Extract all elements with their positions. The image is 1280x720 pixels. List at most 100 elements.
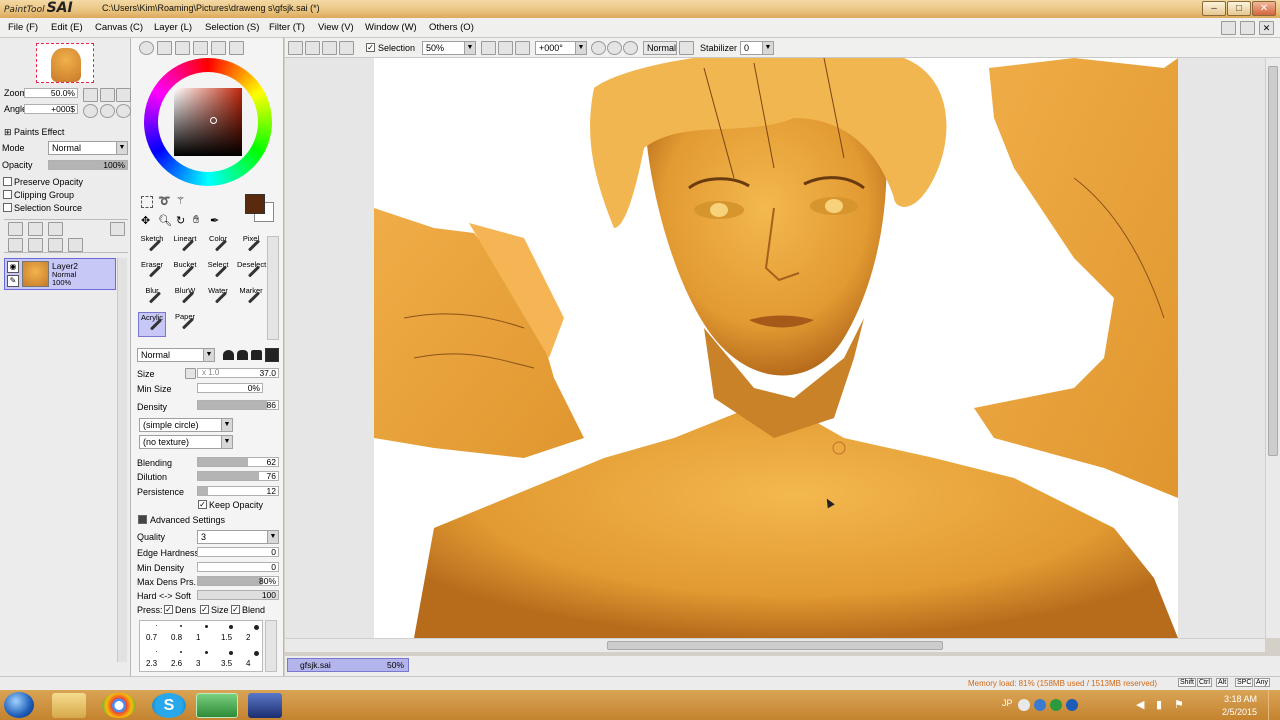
delete-layer-icon[interactable] (68, 238, 83, 252)
select-all-icon[interactable] (288, 41, 303, 55)
child-restore-button[interactable] (1240, 21, 1255, 35)
zoom-in-button[interactable] (498, 41, 513, 55)
brush-size-preset[interactable]: 2.3 (146, 659, 157, 668)
brush-blend-mode-select[interactable]: Normal ▼ (137, 348, 215, 362)
brush-tool-select[interactable]: Select (204, 260, 232, 285)
selection-source-checkbox[interactable] (3, 203, 12, 212)
child-minimize-button[interactable] (1221, 21, 1236, 35)
eyedropper-icon[interactable]: ✒ (210, 214, 219, 227)
new-layer-icon[interactable] (8, 222, 23, 236)
layer-opacity-slider[interactable]: 100% (48, 160, 128, 170)
selection-checkbox[interactable]: ✓ (366, 43, 375, 52)
child-close-button[interactable]: ✕ (1259, 21, 1274, 35)
eye-icon[interactable]: ◉ (7, 261, 19, 273)
horizontal-scroll-thumb[interactable] (607, 641, 943, 650)
shape-soft-icon[interactable] (223, 350, 234, 360)
angle-slider[interactable]: +000$ (24, 104, 78, 114)
pen-icon[interactable]: ✎ (7, 275, 19, 287)
brush-size-preset[interactable]: 3.5 (221, 659, 232, 668)
artwork-canvas[interactable] (374, 58, 1178, 638)
saturation-value-square[interactable] (174, 88, 242, 156)
zoom-slider[interactable]: 50.0% (24, 88, 78, 98)
layer-mode-select[interactable]: Normal ▼ (48, 141, 128, 155)
stabilizer-select[interactable]: 0 ▼ (740, 41, 774, 55)
crop-icon[interactable] (339, 41, 354, 55)
brush-size-preset[interactable]: 2 (246, 633, 250, 642)
shape-medium-icon[interactable] (237, 350, 248, 360)
swatches-mode-icon[interactable] (193, 41, 208, 55)
edge-hardness-slider[interactable]: 0 (197, 547, 279, 557)
clock-date[interactable]: 2/5/2015 (1222, 707, 1257, 717)
maximize-button[interactable]: □ (1227, 1, 1251, 16)
advanced-settings-toggle[interactable] (138, 515, 147, 524)
presets-scrollbar[interactable] (265, 620, 277, 672)
rotate-reset-icon[interactable] (116, 104, 131, 118)
min-size-slider[interactable]: 0% (197, 383, 263, 393)
brush-tool-marker[interactable]: Marker (237, 286, 265, 311)
menu-others[interactable]: Others (O) (429, 22, 474, 33)
zoom-fit-button[interactable] (515, 41, 530, 55)
max-dens-slider[interactable]: 80% (197, 576, 279, 586)
density-slider[interactable]: 86 (197, 400, 279, 410)
zoom-reset-icon[interactable] (116, 88, 131, 102)
brush-tool-color[interactable]: Color (204, 234, 232, 259)
foreground-color-swatch[interactable] (245, 194, 265, 214)
clear-layer-icon[interactable] (48, 238, 63, 252)
blending-slider[interactable]: 62 (197, 457, 279, 467)
invert-selection-icon[interactable] (322, 41, 337, 55)
rgb-slider-mode-icon[interactable] (157, 41, 172, 55)
tray-icon[interactable] (1018, 699, 1030, 711)
menu-filter[interactable]: Filter (T) (269, 22, 305, 33)
brush-tool-deselect[interactable]: Deselect (237, 260, 266, 285)
zoom-in-icon[interactable] (100, 88, 115, 102)
navigator-thumbnail[interactable] (36, 43, 94, 83)
brush-size-preset[interactable]: 3 (196, 659, 200, 668)
new-vector-layer-icon[interactable] (28, 222, 43, 236)
rotate-right-icon[interactable] (100, 104, 115, 118)
help-icon[interactable] (1066, 699, 1078, 711)
zoom-out-icon[interactable] (83, 88, 98, 102)
size-slider[interactable]: x 1.0 37.0 (197, 368, 279, 378)
transfer-down-icon[interactable] (8, 238, 23, 252)
brush-size-preset[interactable]: 2.6 (171, 659, 182, 668)
network-icon[interactable]: ▮ (1156, 698, 1162, 711)
hand-icon[interactable]: ✋︎ (193, 214, 199, 227)
persistence-slider[interactable]: 12 (197, 486, 279, 496)
zoom-icon[interactable]: 🔍︎ (158, 214, 172, 227)
tray-icon[interactable] (1034, 699, 1046, 711)
press-blend-checkbox[interactable]: ✓ (231, 605, 240, 614)
vertical-scroll-thumb[interactable] (1268, 66, 1278, 456)
brush-size-preset[interactable]: 1.5 (221, 633, 232, 642)
layer-row[interactable]: ◉ ✎ Layer2 Normal 100% (4, 258, 116, 290)
angle-select[interactable]: +000° ▼ (535, 41, 587, 55)
keep-opacity-checkbox[interactable]: ✓ (198, 500, 207, 509)
hsv-slider-mode-icon[interactable] (175, 41, 190, 55)
color-wheel-mode-icon[interactable] (139, 41, 154, 55)
brush-tool-lineart[interactable]: Lineart (171, 234, 199, 259)
flip-view-button[interactable] (679, 41, 694, 55)
canvas-horizontal-scrollbar[interactable] (285, 638, 1265, 652)
clipping-group-checkbox[interactable] (3, 190, 12, 199)
menu-layer[interactable]: Layer (L) (154, 22, 192, 33)
brush-size-preset[interactable]: 0.8 (171, 633, 182, 642)
clock-time[interactable]: 3:18 AM (1224, 694, 1257, 704)
start-button[interactable] (4, 692, 34, 718)
menu-canvas[interactable]: Canvas (C) (95, 22, 143, 33)
size-multiplier-icon[interactable] (185, 368, 196, 379)
rotate-left-icon[interactable] (83, 104, 98, 118)
show-desktop-button[interactable] (1268, 690, 1280, 720)
shape-flat-icon[interactable] (265, 348, 279, 362)
brush-tool-eraser[interactable]: Eraser (138, 260, 166, 285)
input-language[interactable]: JP (1002, 698, 1013, 708)
user-swatches-icon[interactable] (211, 41, 226, 55)
painttool-sai-taskbar-icon[interactable] (196, 693, 238, 718)
marquee-icon[interactable] (141, 196, 153, 208)
menu-edit[interactable]: Edit (E) (51, 22, 83, 33)
menu-window[interactable]: Window (W) (365, 22, 417, 33)
hard-soft-slider[interactable]: 100 (197, 590, 279, 600)
press-size-checkbox[interactable]: ✓ (200, 605, 209, 614)
rotate-ccw-button[interactable] (591, 41, 606, 55)
brush-tool-bucket[interactable]: Bucket (171, 260, 199, 285)
chrome-icon[interactable] (102, 693, 136, 718)
brush-tool-blurw[interactable]: BlurW (171, 286, 199, 311)
